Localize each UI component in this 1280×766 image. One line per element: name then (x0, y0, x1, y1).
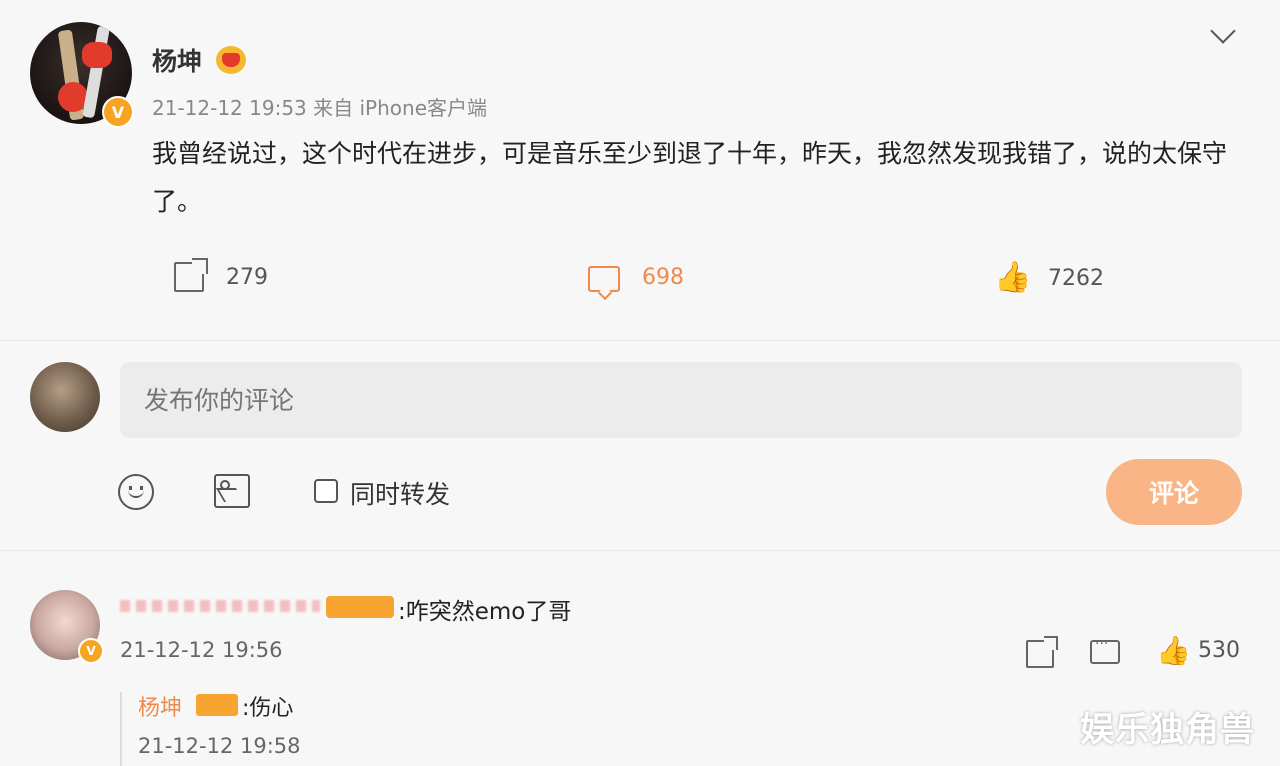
post-meta: 21-12-12 19:53 来自 iPhone客户端 (152, 92, 487, 121)
verified-icon: V (102, 96, 134, 128)
comment-button[interactable]: 698 (588, 262, 684, 292)
thumbs-up-icon[interactable]: 👍 (1156, 634, 1191, 667)
current-user-avatar[interactable] (30, 362, 100, 432)
member-badge-icon[interactable] (216, 46, 246, 74)
comment-count: 698 (642, 264, 684, 290)
comment-input[interactable] (120, 362, 1242, 438)
post-card: V 杨坤 21-12-12 19:53 来自 iPhone客户端 我曾经说过，这… (0, 0, 1280, 340)
post-body: 我曾经说过，这个时代在进步，可是音乐至少到退了十年，昨天，我忽然发现我错了，说的… (152, 139, 1228, 216)
reply-author-name[interactable]: 杨坤 (138, 690, 182, 722)
share-count: 279 (226, 264, 268, 290)
comment-text: :咋突然emo了哥 (398, 599, 572, 625)
divider (0, 550, 1280, 551)
reply-icon[interactable] (1090, 636, 1120, 664)
like-count: 7262 (1048, 265, 1104, 291)
guitar-body-graphic (82, 42, 112, 68)
image-icon[interactable] (214, 474, 250, 508)
watermark: 娱乐独角兽 (1080, 710, 1255, 750)
divider (0, 340, 1280, 341)
share-icon (174, 258, 208, 292)
author-name[interactable]: 杨坤 (152, 42, 202, 78)
commenter-name-blurred (120, 600, 320, 612)
share-button[interactable]: 279 (174, 258, 268, 292)
share-icon[interactable] (1026, 636, 1058, 668)
comment-like-count: 530 (1198, 638, 1240, 663)
post-timestamp: 21-12-12 19:53 (152, 96, 307, 120)
reply-time: 21-12-12 19:58 (138, 734, 301, 758)
submit-comment-button[interactable]: 评论 (1106, 459, 1242, 525)
reply-thread-line (120, 692, 122, 766)
comment-time: 21-12-12 19:56 (120, 638, 283, 662)
emoji-icon[interactable] (118, 474, 154, 510)
repost-label[interactable]: 同时转发 (350, 475, 450, 511)
fan-badge (326, 596, 394, 618)
like-button[interactable]: 👍 7262 (994, 262, 1104, 294)
reply-text: :伤心 (242, 696, 294, 721)
thumbs-up-icon: 👍 (994, 260, 1032, 295)
post-source[interactable]: 来自 iPhone客户端 (313, 96, 487, 120)
comment-icon (588, 266, 620, 292)
reply-author-badge (196, 694, 238, 716)
repost-checkbox[interactable] (314, 479, 338, 503)
verified-icon: V (78, 638, 104, 664)
chevron-down-icon[interactable] (1210, 18, 1236, 44)
